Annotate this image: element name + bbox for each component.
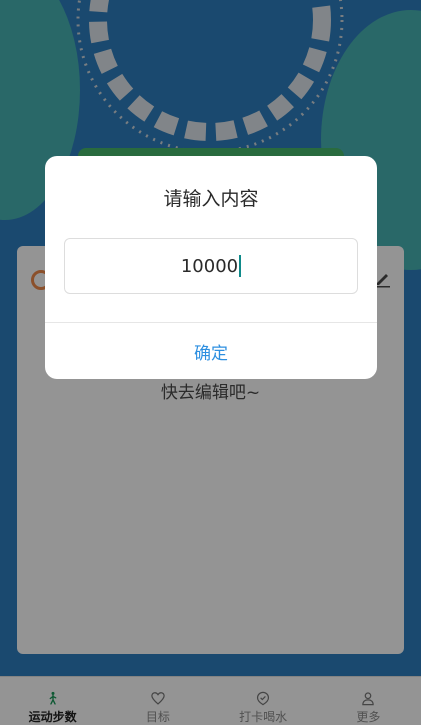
dialog-input-field[interactable]: 10000 (64, 238, 358, 294)
input-dialog: 请输入内容 10000 确定 (45, 156, 377, 379)
dialog-title: 请输入内容 (163, 188, 259, 210)
confirm-button[interactable]: 确定 (45, 323, 377, 379)
dialog-input-value: 10000 (180, 255, 239, 277)
text-caret (239, 255, 242, 277)
